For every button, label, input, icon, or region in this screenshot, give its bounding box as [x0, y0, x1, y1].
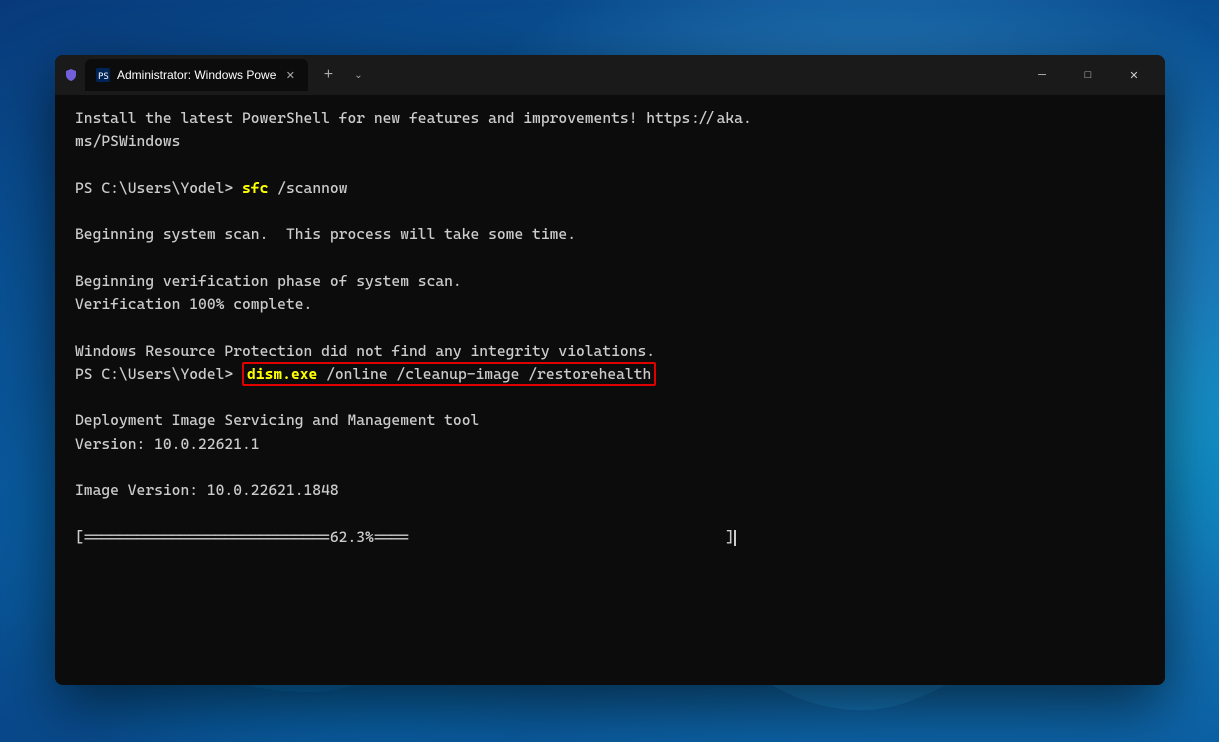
line-verif-2: Verification 100% complete. — [75, 293, 1145, 316]
blank-2 — [75, 200, 1145, 223]
new-tab-button[interactable]: + — [314, 61, 342, 89]
line-image-version: Image Version: 10.0.22621.1848 — [75, 479, 1145, 502]
close-button[interactable]: ✕ — [1111, 59, 1157, 91]
minimize-button[interactable]: ─ — [1019, 59, 1065, 91]
powershell-icon: PS — [95, 67, 111, 83]
line-2: ms/PSWindows — [75, 130, 1145, 153]
active-tab[interactable]: PS Administrator: Windows Powe ✕ — [85, 59, 308, 91]
line-1: Install the latest PowerShell for new fe… — [75, 107, 1145, 130]
window-controls: ─ □ ✕ — [1019, 59, 1157, 91]
line-dism-tool: Deployment Image Servicing and Managemen… — [75, 409, 1145, 432]
line-verif-1: Beginning verification phase of system s… — [75, 270, 1145, 293]
blank-1 — [75, 154, 1145, 177]
shield-icon — [63, 67, 79, 83]
blank-4 — [75, 316, 1145, 339]
tab-dropdown-button[interactable]: ⌄ — [348, 65, 368, 85]
blank-5 — [75, 386, 1145, 409]
line-prompt-sfc: PS C:\Users\Yodel> sfc /scannow — [75, 177, 1145, 200]
blank-7 — [75, 502, 1145, 525]
blank-3 — [75, 247, 1145, 270]
tab-close-button[interactable]: ✕ — [282, 67, 298, 83]
terminal-output[interactable]: Install the latest PowerShell for new fe… — [55, 95, 1165, 685]
line-progress: [============================62.3%==== ] — [75, 526, 1145, 549]
cursor — [734, 530, 736, 546]
tab-title: Administrator: Windows Powe — [117, 68, 276, 82]
terminal-window: PS Administrator: Windows Powe ✕ + ⌄ ─ □… — [55, 55, 1165, 685]
line-scan-start: Beginning system scan. This process will… — [75, 223, 1145, 246]
line-version: Version: 10.0.22621.1 — [75, 433, 1145, 456]
line-prompt-dism: PS C:\Users\Yodel> dism.exe /online /cle… — [75, 363, 1145, 386]
line-no-violations: Windows Resource Protection did not find… — [75, 340, 1145, 363]
maximize-button[interactable]: □ — [1065, 59, 1111, 91]
titlebar: PS Administrator: Windows Powe ✕ + ⌄ ─ □… — [55, 55, 1165, 95]
titlebar-left: PS Administrator: Windows Powe ✕ + ⌄ — [63, 59, 1019, 91]
svg-text:PS: PS — [98, 72, 109, 82]
blank-6 — [75, 456, 1145, 479]
